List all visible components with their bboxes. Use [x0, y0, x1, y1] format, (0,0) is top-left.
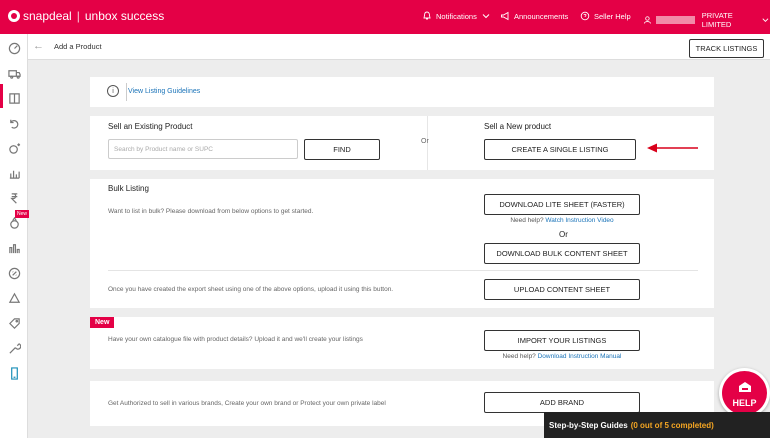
- need-help-label: Need help?: [510, 217, 544, 224]
- view-listing-guidelines-link[interactable]: View Listing Guidelines: [128, 88, 200, 95]
- snapdeal-logo[interactable]: snapdeal | unbox success: [8, 9, 164, 23]
- back-arrow-icon[interactable]: ←: [33, 40, 44, 52]
- download-bulk-content-sheet-button[interactable]: DOWNLOAD BULK CONTENT SHEET: [484, 243, 640, 264]
- badge-icon[interactable]: [6, 215, 22, 231]
- user-icon: [643, 16, 651, 24]
- bulk-listing-description: Want to list in bulk? Please download fr…: [108, 208, 314, 215]
- import-listings-card: Have your own catalogue file with produc…: [90, 317, 714, 369]
- tools-icon[interactable]: [6, 340, 22, 356]
- sidebar: New: [0, 34, 30, 438]
- bell-icon: [423, 11, 431, 20]
- bulk-listing-card: Bulk Listing Want to list in bulk? Pleas…: [90, 179, 714, 308]
- guidelines-card: i View Listing Guidelines: [90, 77, 714, 107]
- upload-description: Once you have created the export sheet u…: [108, 286, 394, 293]
- need-help-label: Need help?: [502, 353, 536, 360]
- create-single-listing-button[interactable]: CREATE A SINGLE LISTING: [484, 139, 636, 160]
- step-by-step-guides-bar[interactable]: Step-by-Step Guides (0 out of 5 complete…: [544, 412, 770, 438]
- ads-icon[interactable]: [6, 265, 22, 281]
- download-instruction-manual-link[interactable]: Download Instruction Manual: [538, 353, 622, 360]
- find-button[interactable]: FIND: [304, 139, 380, 160]
- bulk-listing-title: Bulk Listing: [108, 184, 149, 193]
- top-bar: snapdeal | unbox success Notifications A…: [0, 0, 770, 34]
- sell-new-title: Sell a New product: [484, 122, 552, 131]
- brand-subtitle: unbox success: [84, 9, 165, 23]
- seller-help-label: Seller Help: [594, 11, 631, 21]
- new-badge: New: [90, 317, 115, 328]
- help-label: HELP: [732, 397, 757, 408]
- sidebar-active-indicator: [0, 84, 3, 108]
- divider: [126, 83, 127, 101]
- analytics-icon[interactable]: [6, 165, 22, 181]
- brand-separator: |: [76, 9, 80, 23]
- add-brand-button[interactable]: ADD BRAND: [484, 392, 640, 413]
- announcements-link[interactable]: Announcements: [500, 11, 568, 21]
- track-listings-button[interactable]: TRACK LISTINGS: [689, 39, 764, 58]
- promotions-icon[interactable]: [6, 140, 22, 156]
- watch-video-help: Need help? Watch Instruction Video: [484, 217, 640, 224]
- or-separator: Or: [559, 230, 568, 239]
- brand-name: snapdeal: [23, 9, 72, 23]
- import-description: Have your own catalogue file with produc…: [108, 336, 363, 343]
- account-label: PRIVATE LIMITED: [701, 11, 733, 29]
- manual-help: Need help? Download Instruction Manual: [484, 353, 640, 360]
- watch-instruction-video-link[interactable]: Watch Instruction Video: [545, 217, 613, 224]
- snapdeal-logo-icon: [8, 10, 20, 22]
- account-menu[interactable]: PRIVATE LIMITED: [643, 11, 770, 29]
- returns-icon[interactable]: [6, 115, 22, 131]
- recycle-icon[interactable]: [6, 290, 22, 306]
- import-your-listings-button[interactable]: IMPORT YOUR LISTINGS: [484, 330, 640, 351]
- seller-help-link[interactable]: Seller Help: [580, 11, 631, 21]
- announcements-label: Announcements: [514, 11, 569, 21]
- brand-description: Get Authorized to sell in various brands…: [108, 400, 386, 407]
- reports-icon[interactable]: [6, 240, 22, 256]
- chevron-down-icon: [482, 14, 490, 19]
- megaphone-icon: [501, 11, 509, 21]
- breadcrumb: Add a Product: [54, 42, 102, 51]
- or-separator: Or: [421, 138, 429, 145]
- info-icon: i: [107, 85, 119, 97]
- chevron-down-icon: [762, 18, 769, 22]
- mobile-icon[interactable]: [6, 365, 22, 381]
- help-button[interactable]: HELP: [719, 368, 770, 418]
- truck-icon[interactable]: [6, 65, 22, 81]
- sell-product-card: Sell an Existing Product FIND Or Sell a …: [90, 116, 714, 170]
- payments-icon[interactable]: [6, 190, 22, 206]
- horizontal-divider: [108, 270, 698, 271]
- dashboard-icon[interactable]: [6, 40, 22, 56]
- notifications-label: Notifications: [436, 11, 477, 21]
- guides-progress: (0 out of 5 completed): [630, 420, 714, 430]
- upload-content-sheet-button[interactable]: UPLOAD CONTENT SHEET: [484, 279, 640, 300]
- account-name-redacted: [655, 16, 695, 24]
- product-search-input[interactable]: [108, 139, 298, 159]
- help-circle-icon: [580, 11, 590, 21]
- sell-existing-title: Sell an Existing Product: [108, 122, 193, 131]
- catalog-icon[interactable]: [6, 90, 22, 106]
- tags-icon[interactable]: [6, 315, 22, 331]
- red-arrow-annotation: [647, 143, 698, 153]
- notifications-menu[interactable]: Notifications: [422, 11, 491, 21]
- snapdeal-help-icon: [738, 381, 751, 392]
- guides-label: Step-by-Step Guides: [549, 420, 628, 430]
- download-lite-sheet-button[interactable]: DOWNLOAD LITE SHEET (FASTER): [484, 194, 640, 215]
- sub-header: ← Add a Product TRACK LISTINGS: [28, 34, 770, 60]
